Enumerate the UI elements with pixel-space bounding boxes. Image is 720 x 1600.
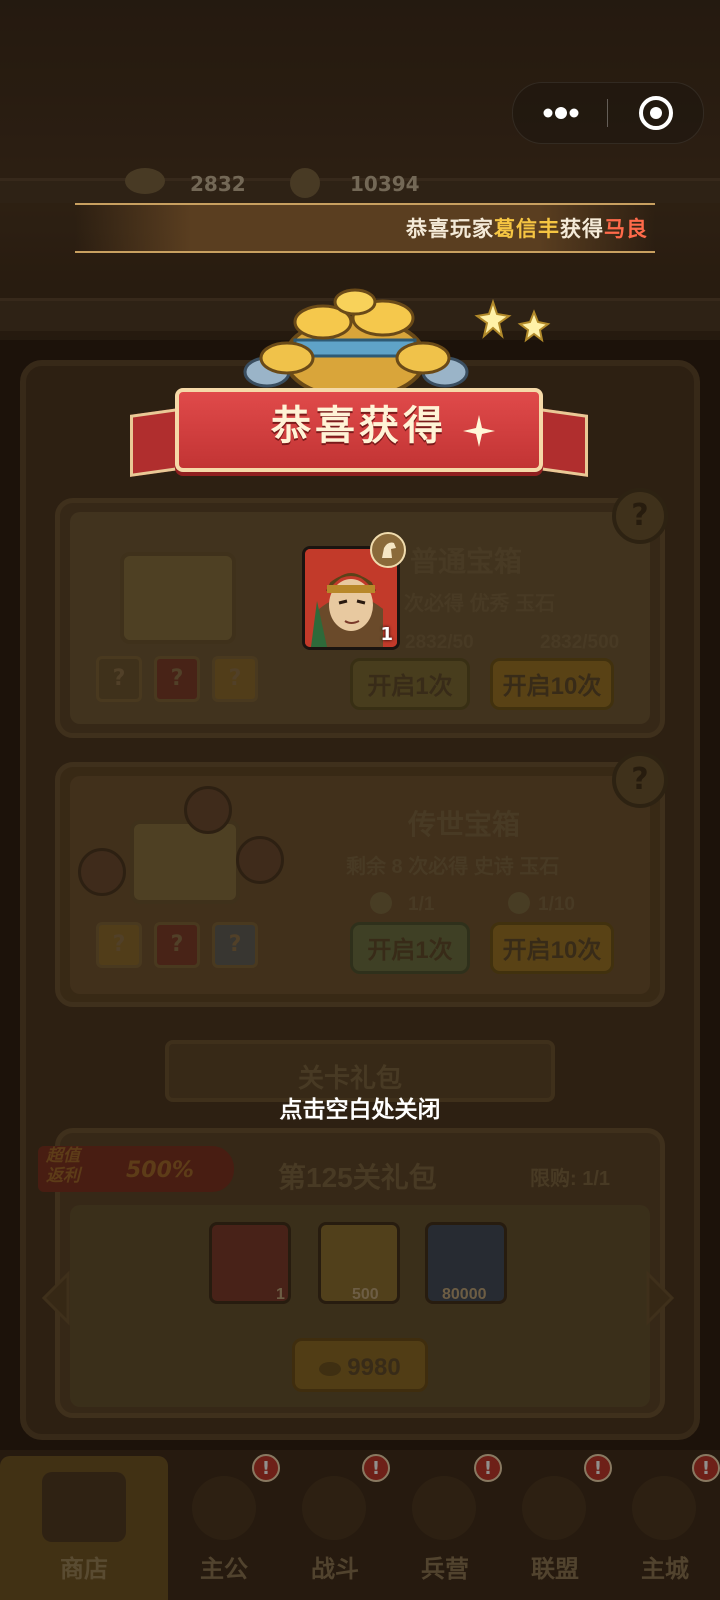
more-menu-icon[interactable] (513, 83, 607, 143)
sparkle-icon (462, 414, 496, 448)
miniprogram-capsule (512, 82, 704, 144)
broadcast-text: 恭喜玩家葛信丰获得马良 (406, 218, 648, 241)
hero-class-horse-icon (370, 532, 406, 568)
hero-count: 1 (380, 624, 393, 645)
close-hint[interactable]: 点击空白处关闭 (0, 1090, 720, 1124)
reward-hero-name: 马良 (604, 218, 648, 241)
treasure-bag-icon (205, 280, 505, 400)
capsule-divider (607, 99, 608, 127)
player-name: 葛信丰 (494, 218, 560, 241)
sparkle-icon (468, 290, 558, 350)
close-miniprogram-icon[interactable] (609, 83, 703, 143)
